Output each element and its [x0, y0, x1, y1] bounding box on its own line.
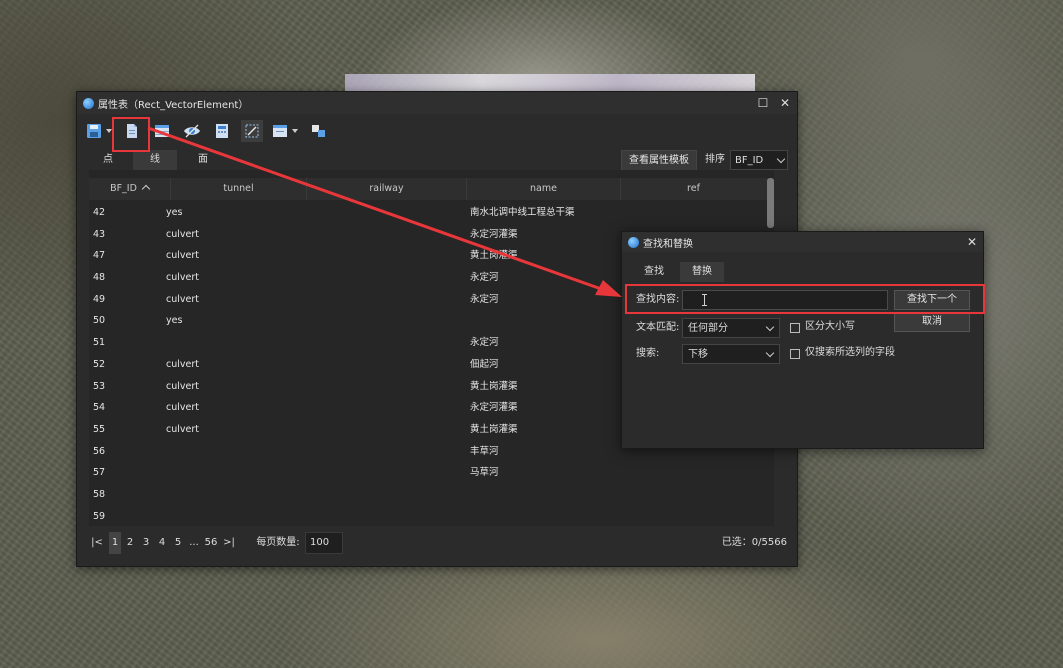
annotation-arrow — [147, 126, 622, 297]
arrow-head — [595, 280, 622, 297]
arrow-line — [147, 126, 605, 292]
